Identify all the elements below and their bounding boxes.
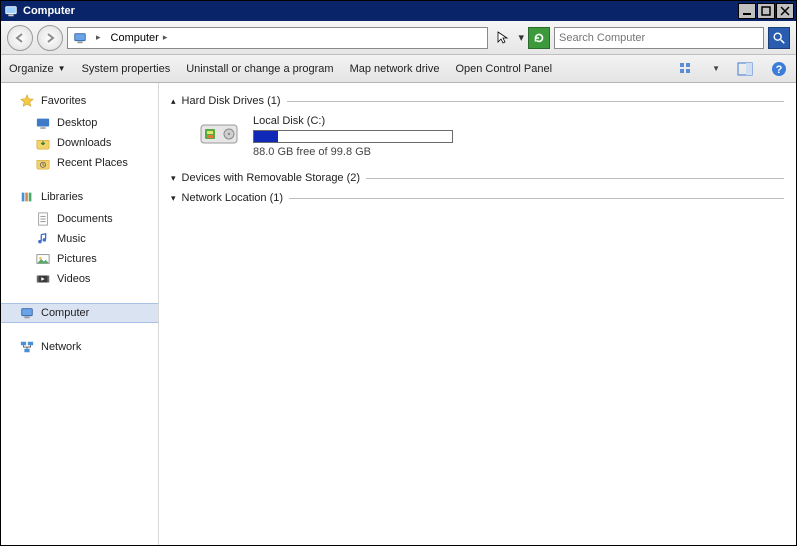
navbar: ▸ Computer ▸ ▾ [1, 21, 796, 55]
toolbar-label: System properties [82, 63, 171, 75]
libraries-label: Libraries [41, 191, 83, 203]
search-input[interactable] [559, 32, 759, 44]
map-network-drive-button[interactable]: Map network drive [350, 63, 440, 75]
downloads-icon [35, 135, 51, 151]
computer-icon [3, 3, 19, 19]
maximize-button[interactable] [757, 3, 775, 19]
section-removable-storage[interactable]: ▾ Devices with Removable Storage (2) [171, 172, 784, 184]
titlebar: Computer [1, 1, 796, 21]
expand-icon: ▾ [171, 173, 176, 184]
refresh-button[interactable] [528, 27, 550, 49]
sidebar-item-label: Videos [57, 273, 90, 285]
drive-local-disk-c[interactable]: Local Disk (C:) 88.0 GB free of 99.8 GB [197, 115, 784, 158]
expand-icon: ▾ [171, 193, 176, 204]
pictures-icon [35, 251, 51, 267]
drive-name: Local Disk (C:) [253, 115, 453, 127]
system-properties-button[interactable]: System properties [82, 63, 171, 75]
computer-group: Computer [1, 303, 158, 323]
window-title: Computer [23, 5, 737, 17]
network-icon [19, 339, 35, 355]
sidebar-item-downloads[interactable]: Downloads [1, 133, 158, 153]
search-button[interactable] [768, 27, 790, 49]
chevron-down-icon: ▼ [58, 64, 66, 73]
documents-icon [35, 211, 51, 227]
section-label: Hard Disk Drives (1) [182, 95, 281, 107]
computer-icon [19, 305, 35, 321]
computer-icon [72, 30, 88, 46]
section-label: Network Location (1) [182, 192, 284, 204]
uninstall-program-button[interactable]: Uninstall or change a program [186, 63, 333, 75]
drive-info: Local Disk (C:) 88.0 GB free of 99.8 GB [253, 115, 453, 158]
drive-usage-bar [253, 130, 453, 143]
open-control-panel-button[interactable]: Open Control Panel [455, 63, 552, 75]
back-button[interactable] [7, 25, 33, 51]
toolbar-label: Uninstall or change a program [186, 63, 333, 75]
sidebar-item-computer[interactable]: Computer [1, 303, 158, 323]
favorites-label: Favorites [41, 95, 86, 107]
forward-button[interactable] [37, 25, 63, 51]
network-group: Network [1, 337, 158, 359]
address-bar[interactable]: ▸ Computer ▸ [67, 27, 488, 49]
divider [287, 101, 784, 102]
window-buttons [737, 3, 794, 19]
sidebar-item-network[interactable]: Network [1, 337, 158, 359]
cursor-icon [492, 27, 514, 49]
hard-drive-icon [197, 115, 241, 149]
sidebar-item-label: Documents [57, 213, 113, 225]
network-label: Network [41, 341, 81, 353]
favorites-header[interactable]: Favorites [1, 91, 158, 113]
computer-label: Computer [41, 307, 89, 319]
desktop-icon [35, 115, 51, 131]
content-pane: ▴ Hard Disk Drives (1) Local Di [159, 83, 796, 545]
navigation-pane: Favorites Desktop Downloads Recent Place… [1, 83, 159, 545]
libraries-group: Libraries Documents Music Pictures Video… [1, 187, 158, 289]
section-network-location[interactable]: ▾ Network Location (1) [171, 192, 784, 204]
chevron-down-icon[interactable]: ▼ [712, 64, 720, 73]
collapse-icon: ▴ [171, 96, 176, 107]
recent-places-icon [35, 155, 51, 171]
organize-label: Organize [9, 63, 54, 75]
libraries-header[interactable]: Libraries [1, 187, 158, 209]
svg-text:?: ? [776, 64, 783, 76]
music-icon [35, 231, 51, 247]
history-dropdown-icon[interactable]: ▾ [518, 31, 524, 44]
view-options-button[interactable] [678, 60, 696, 78]
sidebar-item-recent-places[interactable]: Recent Places [1, 153, 158, 173]
section-hard-disk-drives[interactable]: ▴ Hard Disk Drives (1) [171, 95, 784, 107]
close-button[interactable] [776, 3, 794, 19]
sidebar-item-videos[interactable]: Videos [1, 269, 158, 289]
sidebar-item-documents[interactable]: Documents [1, 209, 158, 229]
sidebar-item-label: Recent Places [57, 157, 128, 169]
drive-usage-fill [254, 131, 278, 142]
sidebar-item-label: Desktop [57, 117, 97, 129]
section-label: Devices with Removable Storage (2) [182, 172, 361, 184]
preview-pane-button[interactable] [736, 60, 754, 78]
chevron-right-icon[interactable]: ▸ [161, 32, 170, 43]
libraries-icon [19, 189, 35, 205]
toolbar: Organize ▼ System properties Uninstall o… [1, 55, 796, 83]
sidebar-item-label: Downloads [57, 137, 111, 149]
sidebar-item-music[interactable]: Music [1, 229, 158, 249]
sidebar-item-pictures[interactable]: Pictures [1, 249, 158, 269]
toolbar-label: Open Control Panel [455, 63, 552, 75]
toolbar-label: Map network drive [350, 63, 440, 75]
minimize-button[interactable] [738, 3, 756, 19]
body: Favorites Desktop Downloads Recent Place… [1, 83, 796, 545]
breadcrumb-label: Computer [111, 32, 159, 44]
favorites-group: Favorites Desktop Downloads Recent Place… [1, 91, 158, 173]
sidebar-item-desktop[interactable]: Desktop [1, 113, 158, 133]
explorer-window: Computer ▸ Computer ▸ ▾ [0, 0, 797, 546]
search-box[interactable] [554, 27, 764, 49]
sidebar-item-label: Music [57, 233, 86, 245]
divider [366, 178, 784, 179]
chevron-right-icon[interactable]: ▸ [94, 32, 103, 43]
sidebar-item-label: Pictures [57, 253, 97, 265]
drive-free-text: 88.0 GB free of 99.8 GB [253, 146, 453, 158]
help-button[interactable]: ? [770, 60, 788, 78]
divider [289, 198, 784, 199]
videos-icon [35, 271, 51, 287]
star-icon [19, 93, 35, 109]
organize-menu[interactable]: Organize ▼ [9, 63, 66, 75]
breadcrumb-computer[interactable]: Computer ▸ [109, 32, 172, 44]
